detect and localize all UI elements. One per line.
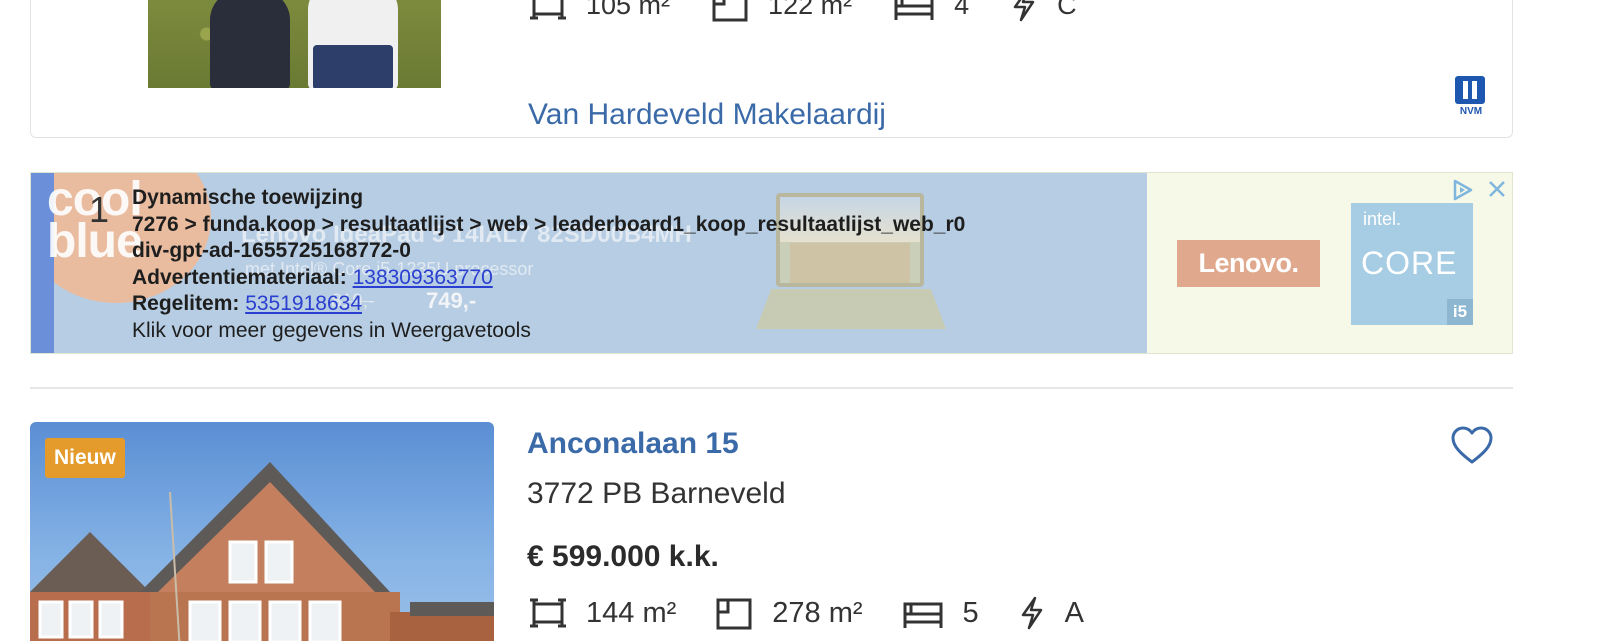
ad-debug-info: Dynamische toewijzing 7276 > funda.koop …	[132, 185, 965, 344]
bed-icon	[894, 0, 934, 20]
feature-value: C	[1057, 0, 1077, 20]
nvm-icon	[1455, 76, 1485, 104]
creative-id-link[interactable]: 138309363770	[353, 266, 493, 289]
living-area-icon	[530, 0, 566, 20]
feature-value: 105 m²	[586, 0, 671, 20]
listing-city: 3772 PB Barneveld	[527, 477, 786, 510]
listing-price: € 599.000 k.k.	[527, 540, 719, 573]
feature-value: 144 m²	[586, 596, 677, 629]
listing-photo[interactable]: Nieuw	[30, 422, 494, 641]
ad-div-id: div-gpt-ad-1655725168772-0	[132, 239, 411, 262]
feature-plot-area: 278 m²	[714, 596, 863, 630]
energy-icon	[1013, 0, 1035, 22]
photo-person	[308, 0, 398, 88]
feature-value: A	[1064, 596, 1085, 629]
feature-bedrooms: 4	[892, 0, 969, 22]
house-image	[30, 462, 494, 641]
feature-value: 4	[954, 0, 970, 20]
bed-icon	[903, 602, 943, 628]
feature-energy-label: A	[1017, 596, 1084, 630]
line-item-id-link[interactable]: 5351918634	[245, 292, 362, 315]
energy-icon	[1021, 596, 1042, 630]
ad-debug-title: Dynamische toewijzing	[132, 186, 364, 209]
ad-slot-number: 1	[89, 189, 110, 230]
feature-living-area: 105 m²	[528, 0, 670, 22]
line-item-label: Regelitem:	[132, 292, 240, 315]
divider	[30, 387, 1513, 389]
feature-value: 122 m²	[768, 0, 853, 20]
plot-area-icon	[716, 598, 752, 630]
plot-area-icon	[712, 0, 748, 22]
ad-debug-overlay[interactable]: 1 Dynamische toewijzing 7276 > funda.koo…	[31, 173, 1512, 353]
listing-title[interactable]: Anconalaan 15	[527, 427, 739, 461]
broker-link[interactable]: Van Hardeveld Makelaardij	[528, 98, 886, 132]
new-badge: Nieuw	[45, 438, 125, 478]
feature-plot-area: 122 m²	[710, 0, 852, 22]
listing-features: 105 m² 122 m² 4 C	[528, 0, 1117, 22]
ad-unit-path: 7276 > funda.koop > resultaatlijst > web…	[132, 212, 966, 236]
feature-value: 5	[962, 596, 979, 629]
feature-value: 278 m²	[772, 596, 863, 629]
feature-bedrooms: 5	[901, 596, 979, 630]
feature-energy-label: C	[1009, 0, 1077, 22]
nvm-label: NVM	[1459, 106, 1483, 117]
ad-banner[interactable]: cool blue Lenovo IdeaPad 5 14IAL7 82SD00B…	[30, 172, 1513, 354]
heart-icon[interactable]	[1450, 424, 1494, 468]
feature-living-area: 144 m²	[528, 596, 676, 630]
living-area-icon	[530, 598, 566, 628]
nvm-logo: NVM	[1455, 76, 1487, 118]
listing-photo[interactable]	[148, 0, 441, 88]
creative-label: Advertentiemateriaal:	[132, 265, 347, 289]
listing-features: 144 m² 278 m² 5 A	[528, 596, 1122, 630]
photo-person	[210, 0, 290, 88]
ad-debug-footer[interactable]: Klik voor meer gegevens in Weergavetools	[132, 319, 531, 342]
